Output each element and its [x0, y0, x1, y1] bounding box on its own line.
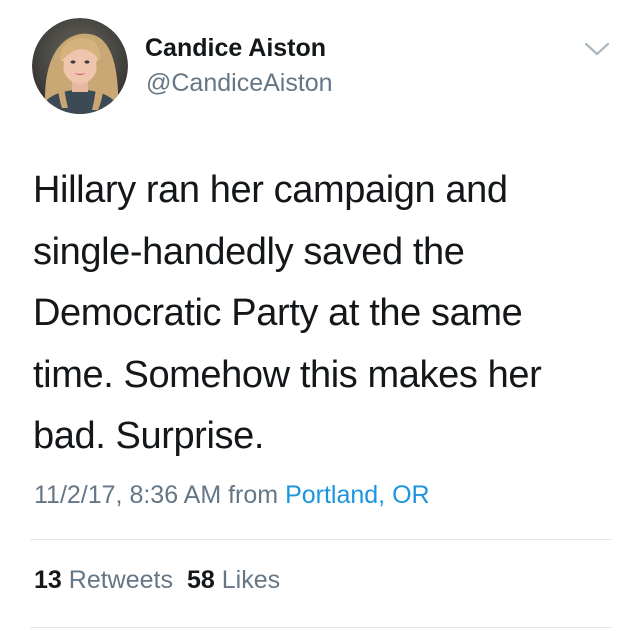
divider — [30, 539, 612, 540]
divider — [30, 627, 612, 628]
tweet-meta: 11/2/17, 8:36 AM from Portland, OR — [34, 481, 430, 510]
likes-count: 58 — [186, 566, 215, 594]
chevron-down-icon[interactable] — [582, 38, 612, 60]
retweets-label: Retweets — [61, 566, 173, 594]
timestamp[interactable]: 11/2/17, 8:36 AM from — [34, 481, 285, 509]
user-handle[interactable]: @CandiceAiston — [146, 69, 333, 98]
likes-stat[interactable]: 58 Likes — [187, 566, 280, 594]
avatar[interactable] — [32, 18, 128, 114]
tweet-card: Candice Aiston @CandiceAiston Hillary ra… — [0, 0, 640, 631]
tweet-stats: 13 Retweets 58 Likes — [34, 566, 280, 595]
location-link[interactable]: Portland, OR — [285, 481, 430, 509]
profile-photo-icon — [32, 18, 128, 114]
likes-label: Likes — [214, 566, 281, 594]
display-name[interactable]: Candice Aiston — [145, 34, 326, 63]
retweets-count: 13 — [34, 566, 62, 594]
retweets-stat[interactable]: 13 Retweets — [34, 566, 173, 594]
tweet-text: Hillary ran her campaign and single-hand… — [33, 169, 542, 457]
